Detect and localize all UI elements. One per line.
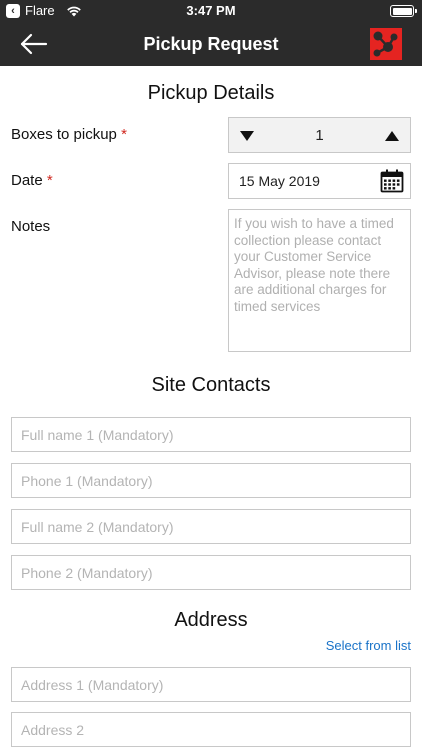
notes-label: Notes	[11, 218, 51, 235]
status-time: 3:47 PM	[186, 3, 236, 18]
full-name-1-input[interactable]	[11, 417, 411, 452]
required-marker: *	[46, 172, 53, 189]
phone-1-input[interactable]	[11, 463, 411, 498]
site-contacts-heading: Site Contacts	[151, 374, 271, 396]
calendar-icon[interactable]	[380, 169, 404, 193]
pickup-details-heading: Pickup Details	[147, 82, 275, 104]
status-bar: ‹ Flare 3:47 PM	[0, 0, 422, 22]
increment-triangle-icon[interactable]	[383, 129, 401, 143]
phone-2-input[interactable]	[11, 555, 411, 590]
select-from-list-link[interactable]: Select from list	[326, 638, 411, 653]
date-label-text: Date	[11, 172, 43, 189]
page-title: Pickup Request	[143, 34, 279, 54]
brand-logo-icon[interactable]	[370, 28, 402, 60]
boxes-label: Boxes to pickup *	[11, 126, 127, 143]
address-1-input[interactable]	[11, 667, 411, 702]
address-2-input[interactable]	[11, 712, 411, 747]
notes-textarea[interactable]	[228, 209, 411, 352]
battery-icon	[390, 5, 417, 17]
date-value: 15 May 2019	[239, 173, 320, 189]
date-label: Date *	[11, 172, 53, 189]
full-name-2-input[interactable]	[11, 509, 411, 544]
required-marker: *	[121, 126, 127, 143]
boxes-stepper[interactable]: 1	[228, 117, 411, 153]
date-field[interactable]: 15 May 2019	[228, 163, 411, 199]
navigation-bar: Pickup Request	[0, 22, 422, 66]
boxes-label-text: Boxes to pickup	[11, 126, 117, 143]
address-heading: Address	[174, 609, 248, 631]
